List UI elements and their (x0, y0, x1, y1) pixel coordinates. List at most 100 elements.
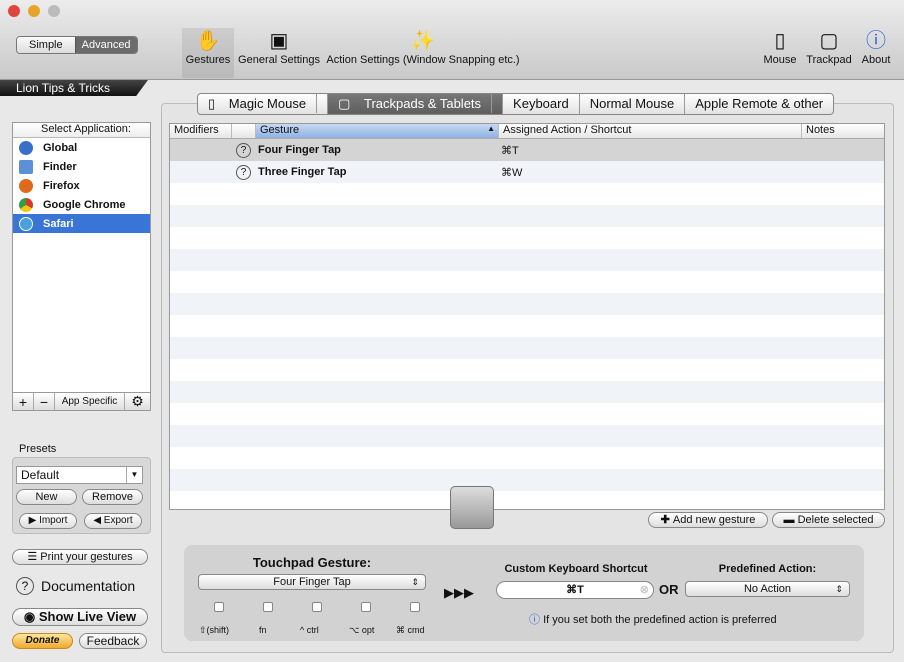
tab-normal-mouse[interactable]: Normal Mouse (580, 94, 686, 114)
mode-toggle[interactable]: Simple Advanced (16, 36, 138, 54)
add-gesture-button[interactable]: ✚ Add new gesture (648, 512, 768, 528)
hint-text: ⓘ If you set both the predefined action … (529, 614, 777, 626)
print-gestures-button[interactable]: ☰ Print your gestures (12, 549, 148, 565)
add-app-button[interactable]: + (13, 393, 34, 410)
import-button[interactable]: ▶ Import (19, 513, 77, 529)
empty-row (170, 227, 884, 249)
presets-title: Presets (19, 443, 57, 455)
empty-row (170, 271, 884, 293)
predefined-label: Predefined Action: (718, 563, 817, 575)
empty-row (170, 381, 884, 403)
cmd-label: ⌘ cmd (396, 625, 425, 635)
col-action[interactable]: Assigned Action / Shortcut (499, 124, 802, 138)
magic-wand-icon: ✨ (410, 30, 436, 52)
remove-preset-button[interactable]: Remove (82, 489, 143, 505)
device-tabs: ▯ Magic Mouse ▢ Trackpads & Tablets Keyb… (197, 93, 835, 115)
opt-checkbox[interactable] (361, 602, 371, 612)
col-gesture[interactable]: Gesture ▲ (256, 124, 499, 138)
app-safari[interactable]: Safari (13, 214, 150, 233)
back-icon: ◀ (93, 515, 104, 526)
tab-magic-mouse[interactable]: ▯ Magic Mouse (198, 94, 329, 114)
shift-checkbox[interactable] (214, 602, 224, 612)
empty-row (170, 205, 884, 227)
app-chrome[interactable]: Google Chrome (13, 195, 150, 214)
table-row[interactable]: ? Four Finger Tap ⌘T (170, 139, 884, 161)
mouse-icon: ▯ (774, 30, 786, 52)
empty-row (170, 337, 884, 359)
preset-select[interactable]: Default ▼ (16, 466, 143, 484)
or-label: OR (659, 582, 679, 597)
chevron-down-icon: ▼ (126, 467, 142, 483)
clear-icon[interactable]: ⊗ (640, 582, 649, 598)
help-icon[interactable]: ? (236, 142, 251, 158)
table-row[interactable]: ? Three Finger Tap ⌘W (170, 161, 884, 183)
minimize-button[interactable] (28, 5, 40, 17)
shortcut-field[interactable]: ⌘T ⊗ (496, 581, 654, 599)
zoom-button[interactable] (48, 5, 60, 17)
cmd-checkbox[interactable] (410, 602, 420, 612)
toolbar-general-settings[interactable]: ▣ General Settings (236, 28, 322, 78)
new-preset-button[interactable]: New (16, 489, 77, 505)
show-live-view-button[interactable]: ◉ Show Live View (12, 608, 148, 626)
mode-advanced[interactable]: Advanced (74, 37, 137, 53)
eye-icon: ◉ (23, 609, 39, 624)
empty-row (170, 293, 884, 315)
help-icon[interactable]: ? (236, 164, 251, 180)
empty-row (170, 359, 884, 381)
tab-trackpads[interactable]: ▢ Trackpads & Tablets (328, 94, 504, 114)
documentation-link[interactable]: Documentation (41, 578, 135, 594)
tab-keyboard[interactable]: Keyboard (503, 94, 580, 114)
toolbar-gestures[interactable]: ✋ Gestures (182, 28, 234, 78)
donate-button[interactable]: Donate (12, 633, 73, 649)
ctrl-checkbox[interactable] (312, 602, 322, 612)
col-spacer (232, 124, 256, 138)
empty-row (170, 447, 884, 469)
col-modifiers[interactable]: Modifiers (170, 124, 232, 138)
mode-simple[interactable]: Simple (17, 37, 75, 53)
trackpad-icon: ▢ (819, 30, 839, 52)
finder-icon (19, 159, 33, 174)
list-icon: ☰ (27, 551, 41, 563)
gear-icon[interactable]: ⚙ (125, 393, 150, 410)
close-button[interactable] (8, 5, 20, 17)
toolbar-trackpad[interactable]: ▢ Trackpad (804, 28, 854, 78)
fn-checkbox[interactable] (263, 602, 273, 612)
feedback-button[interactable]: Feedback (79, 633, 147, 649)
toolbar-about[interactable]: ⓘ About (858, 28, 894, 78)
app-global[interactable]: Global (13, 138, 150, 157)
shortcut-label: Custom Keyboard Shortcut (504, 563, 648, 575)
hand-icon: ✋ (195, 30, 221, 52)
updown-icon: ⇕ (835, 584, 843, 594)
remove-app-button[interactable]: − (34, 393, 55, 410)
help-icon[interactable]: ? (16, 577, 34, 595)
col-notes[interactable]: Notes (802, 124, 884, 138)
empty-row (170, 315, 884, 337)
export-button[interactable]: ◀ Export (84, 513, 142, 529)
delete-selected-button[interactable]: ▬ Delete selected (772, 512, 885, 528)
app-finder[interactable]: Finder (13, 157, 150, 176)
app-specific-label: App Specific (55, 393, 125, 410)
safari-icon (19, 216, 33, 231)
table-body: ? Four Finger Tap ⌘T ? Three Finger Tap ⌘W (170, 139, 884, 491)
info-icon: ⓘ (866, 30, 886, 52)
switch-icon: ▣ (269, 30, 289, 52)
gesture-table[interactable]: Modifiers Gesture ▲ Assigned Action / Sho… (169, 123, 885, 510)
empty-row (170, 403, 884, 425)
predefined-select[interactable]: No Action ⇕ (685, 581, 850, 597)
tips-banner[interactable]: Lion Tips & Tricks (0, 80, 148, 96)
empty-row (170, 425, 884, 447)
table-header: Modifiers Gesture ▲ Assigned Action / Sho… (170, 124, 884, 139)
opt-label: ⌥ opt (349, 625, 375, 635)
shift-label: ⇧(shift) (199, 625, 230, 635)
fn-label: fn (259, 625, 267, 635)
globe-icon (19, 140, 33, 155)
updown-icon: ⇕ (411, 577, 419, 587)
app-firefox[interactable]: Firefox (13, 176, 150, 195)
tab-apple-remote[interactable]: Apple Remote & other (685, 94, 833, 114)
trackpad-preview (450, 486, 494, 529)
toolbar-action-settings[interactable]: ✨ Action Settings (Window Snapping etc.) (326, 28, 520, 78)
application-list[interactable]: Select Application: Global Finder Firefo… (12, 122, 151, 410)
toolbar-mouse[interactable]: ▯ Mouse (760, 28, 800, 78)
ctrl-label: ^ ctrl (300, 625, 319, 635)
gesture-select[interactable]: Four Finger Tap ⇕ (198, 574, 426, 590)
